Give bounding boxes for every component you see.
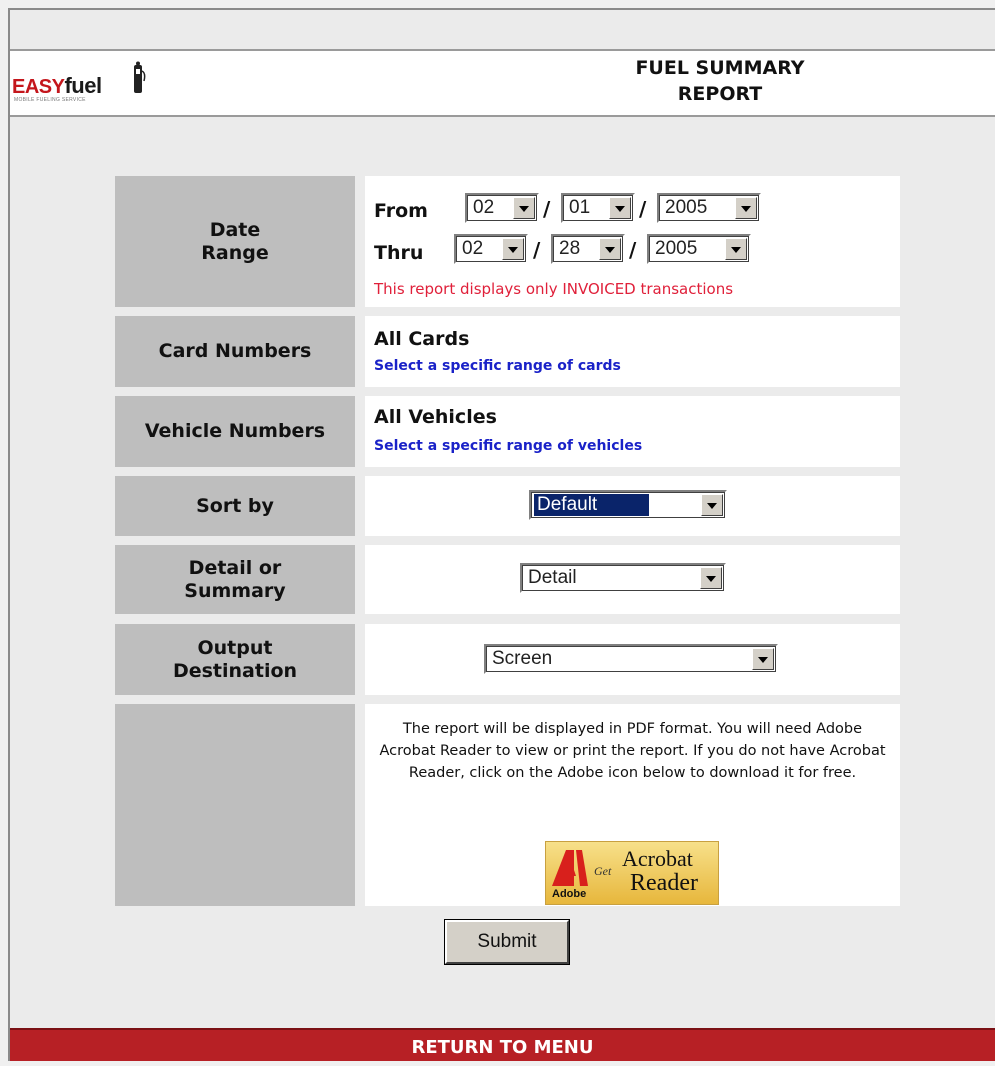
fuel-pump-icon xyxy=(134,61,146,93)
return-to-menu-link[interactable]: RETURN TO MENU xyxy=(10,1028,995,1061)
thru-day-select[interactable]: 28 xyxy=(551,234,625,264)
vehicle-numbers-value: All Vehicles Select a specific range of … xyxy=(365,396,900,467)
chevron-down-icon[interactable] xyxy=(502,238,524,260)
pdf-format-note: The report will be displayed in PDF form… xyxy=(379,721,886,781)
from-label: From xyxy=(374,200,428,222)
all-cards-text: All Cards xyxy=(374,328,470,350)
select-card-range-link[interactable]: Select a specific range of cards xyxy=(374,358,621,374)
chevron-down-icon[interactable] xyxy=(735,197,757,219)
date-range-row: Date Range From 02 / 01 / 2005 Thru 02 / … xyxy=(115,176,900,307)
date-range-label: Date Range xyxy=(115,176,355,307)
chevron-down-icon[interactable] xyxy=(752,648,774,670)
output-destination-row: Output Destination Screen xyxy=(115,624,900,695)
from-year-select[interactable]: 2005 xyxy=(657,193,761,223)
sort-by-row: Sort by Default xyxy=(115,476,900,536)
logo-tagline: MOBILE FUELING SERVICE xyxy=(14,97,86,103)
detail-summary-value: Detail xyxy=(365,545,900,614)
pdf-info-row: The report will be displayed in PDF form… xyxy=(115,704,900,906)
output-destination-select[interactable]: Screen xyxy=(484,644,778,674)
detail-summary-row: Detail or Summary Detail xyxy=(115,545,900,614)
get-acrobat-reader-button[interactable]: Adobe Get Acrobat Reader xyxy=(545,841,719,905)
pdf-info-blank-label xyxy=(115,704,355,906)
detail-summary-label: Detail or Summary xyxy=(115,545,355,614)
thru-label: Thru xyxy=(374,242,424,264)
vehicle-numbers-label: Vehicle Numbers xyxy=(115,396,355,467)
chevron-down-icon[interactable] xyxy=(725,238,747,260)
all-vehicles-text: All Vehicles xyxy=(374,406,497,428)
page-title: FUEL SUMMARY REPORT xyxy=(635,57,805,105)
output-destination-label: Output Destination xyxy=(115,624,355,695)
easyfuel-logo: EASYfuel MOBILE FUELING SERVICE xyxy=(12,61,172,107)
page-header: EASYfuel MOBILE FUELING SERVICE FUEL SUM… xyxy=(10,49,995,117)
date-range-value: From 02 / 01 / 2005 Thru 02 / 28 / 2005 … xyxy=(365,176,900,307)
chevron-down-icon[interactable] xyxy=(701,494,723,516)
chevron-down-icon[interactable] xyxy=(513,197,535,219)
adobe-logo-icon xyxy=(552,850,588,886)
chevron-down-icon[interactable] xyxy=(599,238,621,260)
card-numbers-row: Card Numbers All Cards Select a specific… xyxy=(115,316,900,387)
from-day-select[interactable]: 01 xyxy=(561,193,635,223)
submit-button[interactable]: Submit xyxy=(444,919,570,965)
detail-summary-select[interactable]: Detail xyxy=(520,563,726,593)
sort-by-select[interactable]: Default xyxy=(529,490,727,520)
sort-by-value: Default xyxy=(365,476,900,536)
invoiced-note: This report displays only INVOICED trans… xyxy=(374,280,734,298)
chevron-down-icon[interactable] xyxy=(609,197,631,219)
output-destination-value: Screen xyxy=(365,624,900,695)
card-numbers-label: Card Numbers xyxy=(115,316,355,387)
logo-easy-text: EASY xyxy=(12,76,65,98)
pdf-info-value: The report will be displayed in PDF form… xyxy=(365,704,900,906)
logo-fuel-text: fuel xyxy=(64,73,102,98)
vehicle-numbers-row: Vehicle Numbers All Vehicles Select a sp… xyxy=(115,396,900,467)
chevron-down-icon[interactable] xyxy=(700,567,722,589)
select-vehicle-range-link[interactable]: Select a specific range of vehicles xyxy=(374,438,642,454)
sort-by-label: Sort by xyxy=(115,476,355,536)
from-month-select[interactable]: 02 xyxy=(465,193,539,223)
card-numbers-value: All Cards Select a specific range of car… xyxy=(365,316,900,387)
thru-year-select[interactable]: 2005 xyxy=(647,234,751,264)
thru-month-select[interactable]: 02 xyxy=(454,234,528,264)
